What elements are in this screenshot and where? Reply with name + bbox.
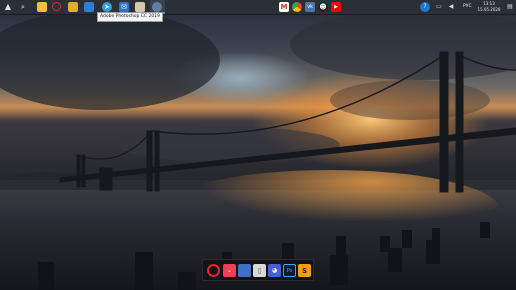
pocket-icon[interactable]: ⌄	[223, 264, 236, 277]
windows-store-icon[interactable]	[84, 2, 94, 12]
wallpaper-bridge-sunset	[0, 0, 516, 290]
chrome-icon[interactable]	[292, 2, 302, 12]
mail-icon[interactable]: ✉	[119, 2, 129, 12]
search-icon[interactable]: ⌕	[18, 2, 28, 12]
discord-icon[interactable]: ◕	[268, 264, 281, 277]
language-indicator[interactable]: РУС	[463, 4, 472, 10]
taskbar-tooltip: Adobe Photoshop CC 2019	[97, 12, 163, 22]
youtube-icon[interactable]: ▶	[331, 2, 341, 12]
telegram-icon[interactable]: ➤	[102, 2, 112, 12]
app-dock: ⌄ ▯ ◕ Ps S	[202, 259, 314, 281]
opera-icon[interactable]	[52, 2, 61, 11]
gmail-icon[interactable]: M	[279, 2, 289, 12]
opera-gx-icon[interactable]	[207, 264, 220, 277]
network-icon[interactable]: ▭	[434, 2, 444, 12]
folder-icon[interactable]	[68, 2, 78, 12]
trash-bin-icon[interactable]: ▯	[253, 264, 266, 277]
volume-icon[interactable]: ◀	[446, 2, 456, 12]
steam-chat-icon[interactable]: ☻	[318, 2, 328, 12]
photoshop-icon[interactable]	[135, 2, 145, 12]
teamviewer-icon[interactable]: ?	[420, 2, 430, 12]
desktop[interactable]: ▲ ⌕ ➤ ✉ Adobe Photoshop CC 2019 M vk ☻ ▶…	[0, 0, 516, 290]
file-explorer-icon[interactable]	[37, 2, 47, 12]
start-icon[interactable]: ▲	[3, 2, 13, 12]
taskbar: ▲ ⌕ ➤ ✉ Adobe Photoshop CC 2019 M vk ☻ ▶…	[0, 0, 516, 22]
clock[interactable]: 13:13 15.05.2020	[475, 1, 503, 12]
sublime-text-icon[interactable]: S	[298, 264, 311, 277]
photoshop-icon[interactable]: Ps	[283, 264, 296, 277]
vk-icon[interactable]: vk	[305, 2, 315, 12]
notifications-icon[interactable]: ▤	[505, 2, 515, 12]
save-file-icon[interactable]	[238, 264, 251, 277]
steam-icon[interactable]	[152, 2, 162, 12]
clock-date: 15.05.2020	[477, 6, 501, 12]
